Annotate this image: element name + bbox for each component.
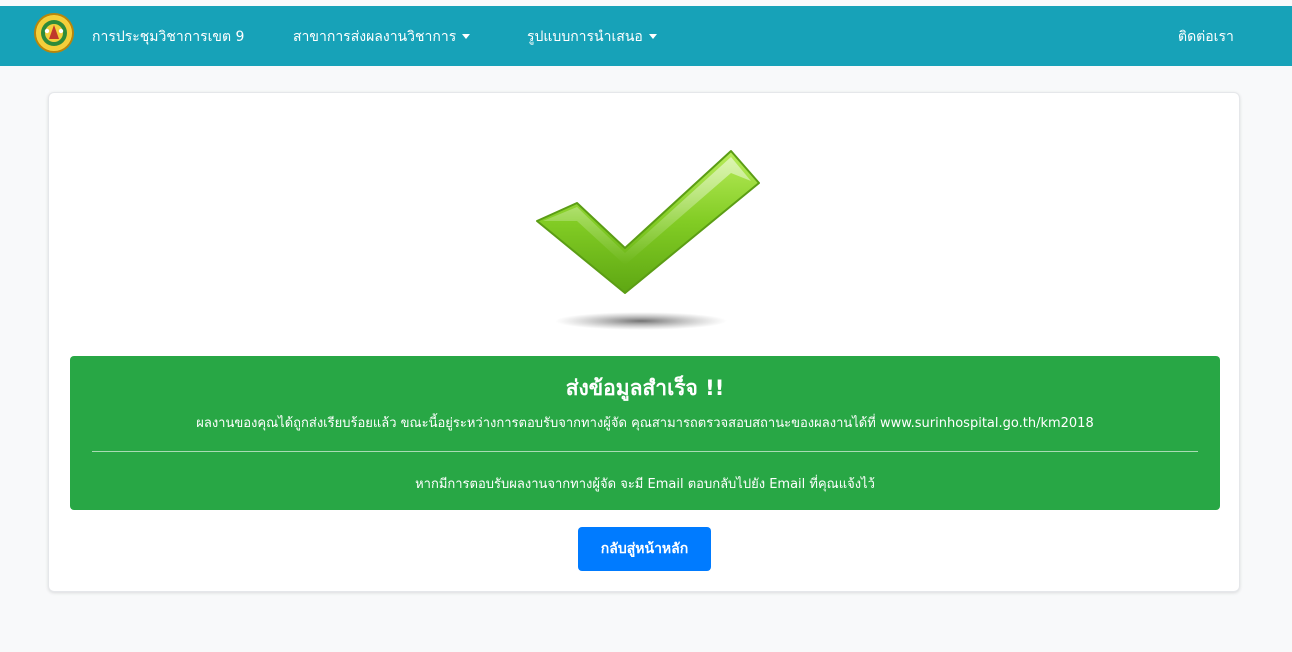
success-heading: ส่งข้อมูลสำเร็จ !! bbox=[565, 376, 725, 400]
nav-brand-title[interactable]: การประชุมวิชาการเขต 9 bbox=[92, 26, 244, 48]
alert-divider bbox=[92, 451, 1198, 452]
back-to-home-button[interactable]: กลับสู่หน้าหลัก bbox=[578, 527, 711, 571]
organization-seal-logo[interactable] bbox=[34, 13, 74, 53]
email-note: หากมีการตอบรับผลงานจากทางผู้จัด จะมี Ema… bbox=[415, 477, 875, 492]
success-alert: ส่งข้อมูลสำเร็จ !! ผลงานของคุณได้ถูกส่งเ… bbox=[70, 356, 1220, 510]
nav-menu-formats-label: รูปแบบการนำเสนอ bbox=[527, 29, 643, 45]
checkmark-icon bbox=[521, 143, 761, 343]
nav-menu-branches[interactable]: สาขาการส่งผลงานวิชาการ bbox=[293, 26, 471, 48]
top-navbar: การประชุมวิชาการเขต 9 สาขาการส่งผลงานวิช… bbox=[0, 6, 1292, 66]
caret-down-icon bbox=[648, 34, 657, 39]
success-message: ผลงานของคุณได้ถูกส่งเรียบร้อยแล้ว ขณะนี้… bbox=[196, 416, 1094, 431]
result-card: ส่งข้อมูลสำเร็จ !! ผลงานของคุณได้ถูกส่งเ… bbox=[48, 92, 1240, 592]
nav-menu-formats[interactable]: รูปแบบการนำเสนอ bbox=[527, 26, 657, 48]
nav-menu-branches-label: สาขาการส่งผลงานวิชาการ bbox=[293, 29, 457, 45]
nav-contact-link[interactable]: ติดต่อเรา bbox=[1178, 26, 1234, 48]
caret-down-icon bbox=[462, 34, 471, 39]
